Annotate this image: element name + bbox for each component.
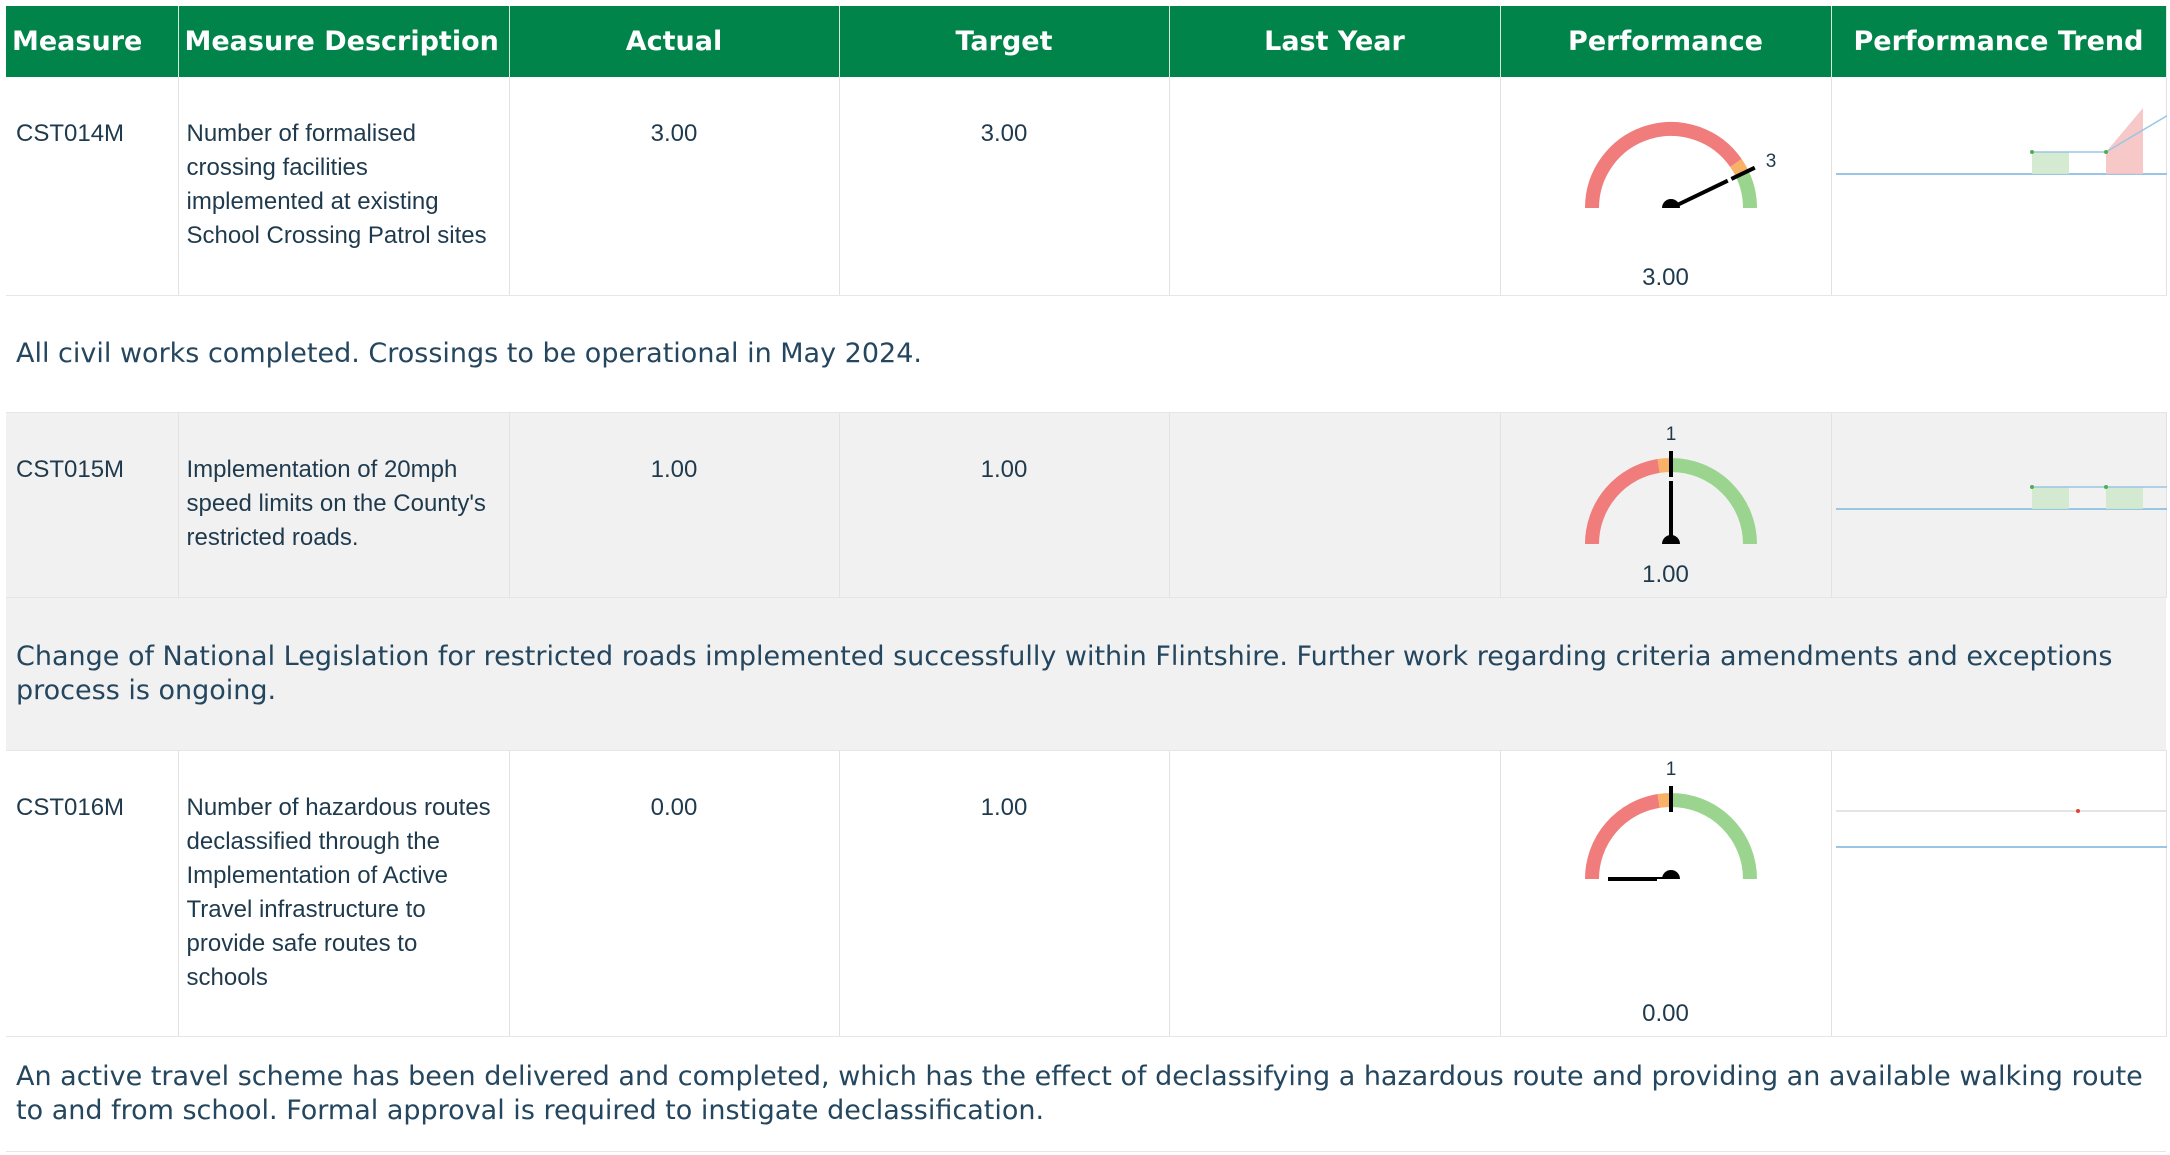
- comment-text: All civil works completed. Crossings to …: [6, 295, 2166, 413]
- comment-text: Change of National Legislation for restr…: [6, 597, 2166, 751]
- last-year-cell: [1169, 412, 1501, 598]
- gauge-red-band: [1584, 793, 1660, 879]
- performance-gauge-cell: 1 1.00: [1500, 412, 1832, 598]
- gauge-value-label: 1.00: [1642, 560, 1689, 588]
- gauge-green-band: [1670, 457, 1757, 544]
- col-header-target[interactable]: Target: [839, 6, 1170, 77]
- trend-area: [2105, 486, 2143, 509]
- target-cell: 1.00: [839, 412, 1170, 598]
- col-header-trend[interactable]: Performance Trend: [1831, 6, 2167, 77]
- table-row: CST016M Number of hazardous routes decla…: [6, 750, 2167, 1037]
- trend-point: [2103, 150, 2108, 154]
- actual-cell: 3.00: [509, 77, 840, 296]
- col-header-last-year[interactable]: Last Year: [1169, 6, 1501, 77]
- comment-text: An active travel scheme has been deliver…: [6, 1036, 2166, 1152]
- performance-gauge-cell: 3 3.00: [1500, 77, 1832, 296]
- measure-code: CST016M: [16, 793, 125, 821]
- measure-description-cell: Number of formalised crossing facilities…: [178, 77, 510, 296]
- gauge-needle: [1669, 178, 1729, 210]
- last-year-cell: [1169, 77, 1501, 296]
- measure-description-cell: Implementation of 20mph speed limits on …: [178, 412, 510, 598]
- comment-row: Change of National Legislation for restr…: [6, 597, 2166, 751]
- gauge-target-label: 1: [1665, 759, 1676, 780]
- trend-chart-cell: [1831, 412, 2167, 598]
- col-header-performance[interactable]: Performance: [1500, 6, 1832, 77]
- target-value: 1.00: [980, 793, 1028, 821]
- trend-point: [2029, 150, 2034, 154]
- header-row: Measure Measure Description Actual Targe…: [6, 6, 2167, 77]
- trend-area: [2031, 486, 2069, 509]
- measure-description: Number of formalised crossing facilities…: [186, 120, 487, 249]
- col-header-measure[interactable]: Measure: [6, 6, 179, 77]
- actual-cell: 1.00: [509, 412, 840, 598]
- trend-chart-cell: [1831, 750, 2167, 1037]
- col-header-actual[interactable]: Actual: [509, 6, 840, 77]
- performance-trend-chart: [1835, 108, 2167, 175]
- gauge-value-label: 3.00: [1642, 264, 1689, 291]
- trend-chart-cell: [1831, 77, 2167, 296]
- gauge-target-label: 1: [1665, 424, 1676, 445]
- gauge-red-band: [1584, 458, 1660, 544]
- trend-point: [2029, 484, 2034, 489]
- performance-table-wrapper: Measure Measure Description Actual Targe…: [6, 6, 2167, 1152]
- table-row: CST015M Implementation of 20mph speed li…: [6, 412, 2167, 598]
- measure-description-cell: Number of hazardous routes declassified …: [178, 750, 510, 1037]
- actual-cell: 0.00: [509, 750, 840, 1037]
- measure-code: CST014M: [16, 120, 125, 147]
- measure-description: Implementation of 20mph speed limits on …: [186, 455, 486, 551]
- col-header-description[interactable]: Measure Description: [178, 6, 510, 77]
- performance-trend-chart: [1835, 484, 2167, 510]
- measure-code-cell: CST014M: [6, 77, 179, 296]
- performance-gauge-cell: 1 0.00: [1500, 750, 1832, 1037]
- gauge-target-label: 3: [1765, 151, 1776, 172]
- performance-table: Measure Measure Description Actual Targe…: [6, 6, 2167, 1152]
- gauge-green-band: [1735, 170, 1757, 209]
- gauge-green-band: [1670, 792, 1757, 879]
- gauge-value-label: 0.00: [1642, 999, 1689, 1027]
- trend-point: [2075, 808, 2080, 813]
- trend-point: [2103, 484, 2108, 489]
- trend-line: [2031, 114, 2167, 153]
- last-year-value: [1170, 751, 1500, 791]
- table-row: CST014M Number of formalised crossing fa…: [6, 77, 2167, 296]
- actual-value: 1.00: [650, 455, 698, 483]
- last-year-cell: [1169, 750, 1501, 1037]
- performance-gauge: 1: [1584, 759, 1757, 891]
- target-cell: 1.00: [839, 750, 1170, 1037]
- last-year-value: [1170, 413, 1500, 453]
- comment-row: An active travel scheme has been deliver…: [6, 1036, 2166, 1152]
- comment-row: All civil works completed. Crossings to …: [6, 295, 2166, 413]
- actual-value: 0.00: [650, 793, 698, 821]
- performance-trend-chart: [1835, 808, 2167, 848]
- measure-code: CST015M: [16, 455, 125, 483]
- actual-value: 3.00: [650, 120, 698, 147]
- measure-code-cell: CST016M: [6, 750, 179, 1037]
- measure-description: Number of hazardous routes declassified …: [186, 793, 491, 991]
- trend-area: [2031, 152, 2069, 174]
- target-value: 1.00: [980, 455, 1028, 483]
- target-value: 3.00: [980, 120, 1028, 147]
- gauge-red-band: [1584, 122, 1742, 209]
- last-year-value: [1170, 77, 1500, 117]
- measure-code-cell: CST015M: [6, 412, 179, 598]
- target-cell: 3.00: [839, 77, 1170, 296]
